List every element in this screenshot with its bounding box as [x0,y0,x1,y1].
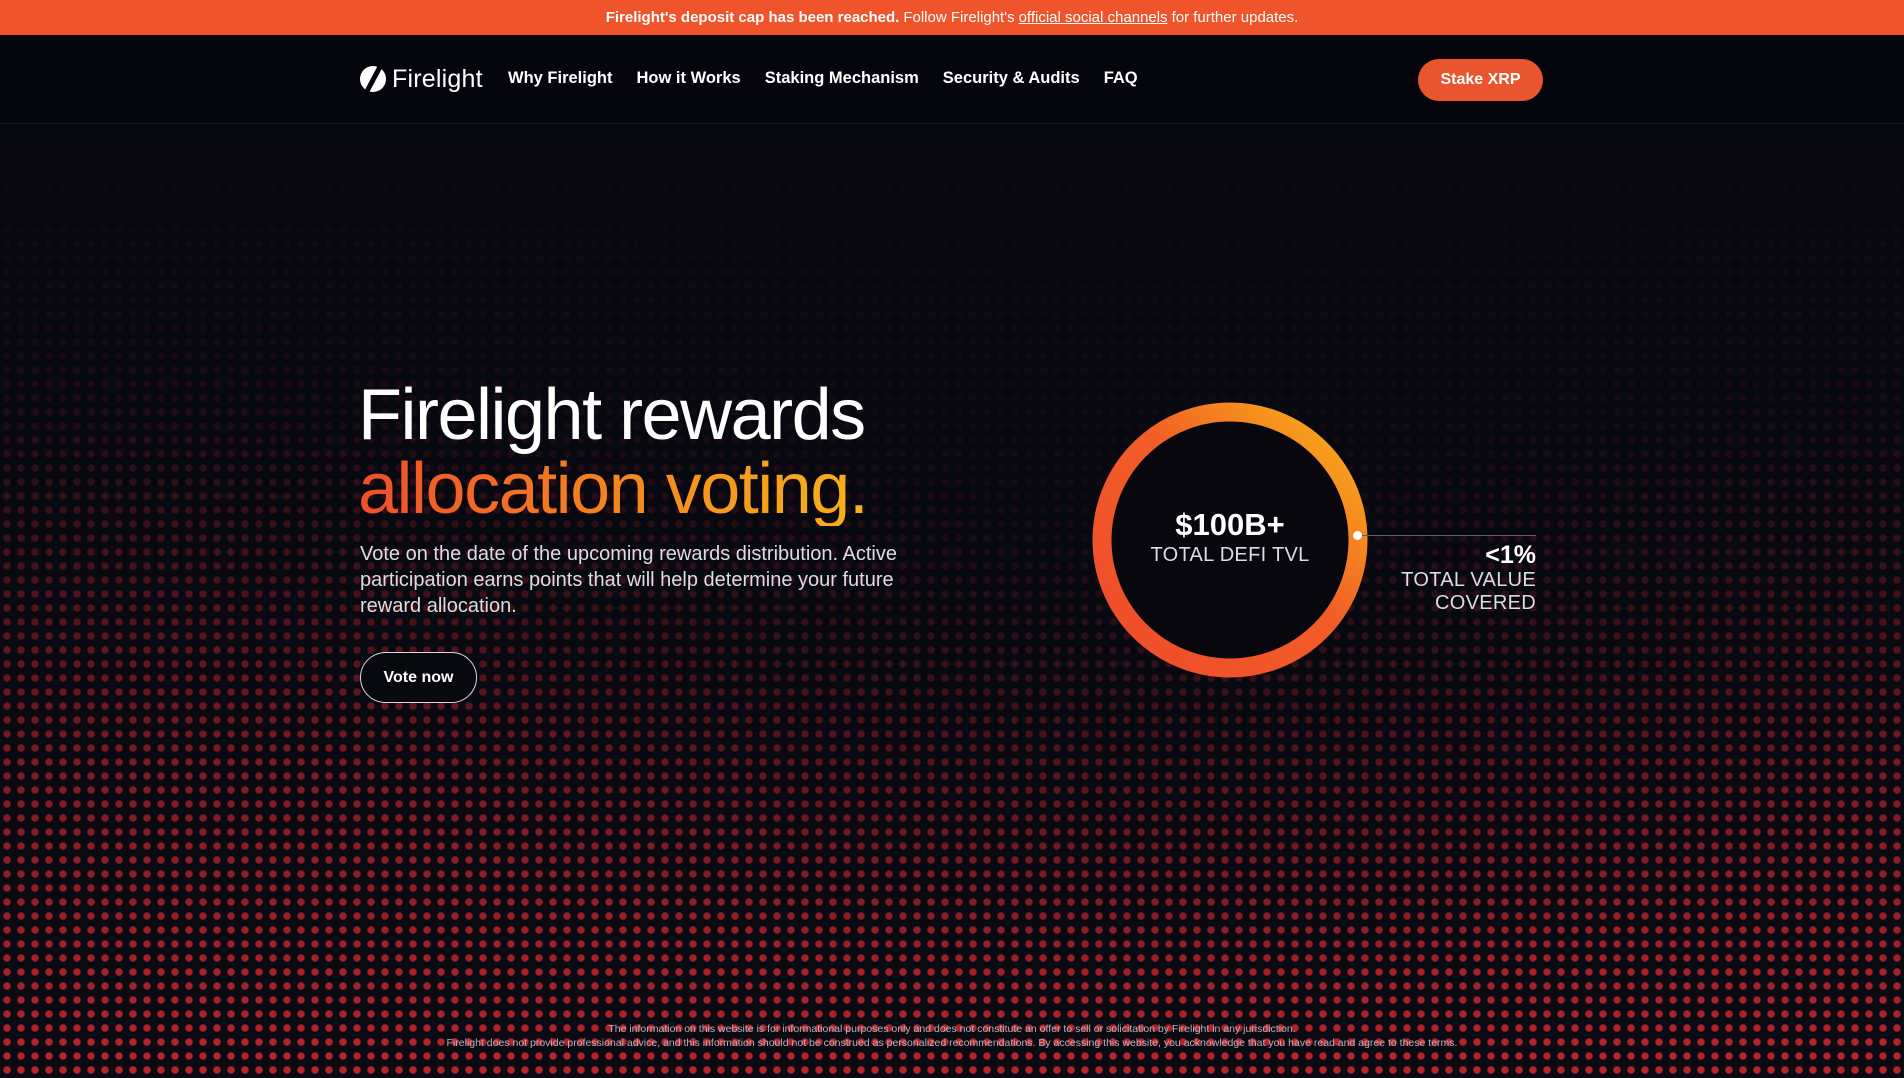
hero-background-fade [0,125,1904,1078]
hero-headline: Firelight rewards allocation voting. [358,375,869,529]
coverage-value: <1% [1485,541,1536,569]
disclaimer-line-2: Firelight does not provide professional … [446,1037,1458,1049]
banner-text-end: for further updates. [1171,9,1299,26]
navbar: Firelight Why Firelight How it Works Sta… [0,35,1904,124]
nav-link-how-it-works[interactable]: How it Works [637,69,741,88]
tvl-value: $100B+ [1175,507,1285,542]
logo-text: Firelight [392,64,483,93]
tvl-stat: $100B+ TOTAL DEFI TVL [1090,507,1370,567]
vote-now-button[interactable]: Vote now [360,652,477,703]
stat-connector-line [1358,535,1536,536]
footer-disclaimer: The information on this website is for i… [0,1022,1904,1050]
banner-strong-text: Firelight's deposit cap has been reached… [605,9,900,26]
announcement-banner: Firelight's deposit cap has been reached… [0,0,1904,35]
logo[interactable]: Firelight [360,63,483,95]
firelight-logo-icon [360,66,386,92]
nav-link-why-firelight[interactable]: Why Firelight [508,69,613,88]
stake-xrp-button[interactable]: Stake XRP [1418,59,1543,101]
nav-link-staking-mechanism[interactable]: Staking Mechanism [765,69,919,88]
banner-text: Follow Firelight's [903,9,1015,26]
coverage-stat: <1% TOTAL VALUE COVERED [1330,541,1536,615]
headline-line-2: allocation voting. [358,449,869,529]
disclaimer-line-1: The information on this website is for i… [608,1023,1296,1035]
coverage-caption-line-2: COVERED [1434,592,1536,614]
headline-line-1: Firelight rewards [358,375,866,455]
hero-subtext: Vote on the date of the upcoming rewards… [360,543,897,617]
nav-links: Why Firelight How it Works Staking Mecha… [508,69,1138,88]
nav-link-faq[interactable]: FAQ [1104,69,1138,88]
nav-link-security-audits[interactable]: Security & Audits [943,69,1080,88]
coverage-caption-line-1: TOTAL VALUE [1401,569,1536,591]
social-channels-link[interactable]: official social channels [1019,9,1168,26]
stat-connector-dot [1353,531,1362,540]
tvl-caption: TOTAL DEFI TVL [1150,544,1310,566]
